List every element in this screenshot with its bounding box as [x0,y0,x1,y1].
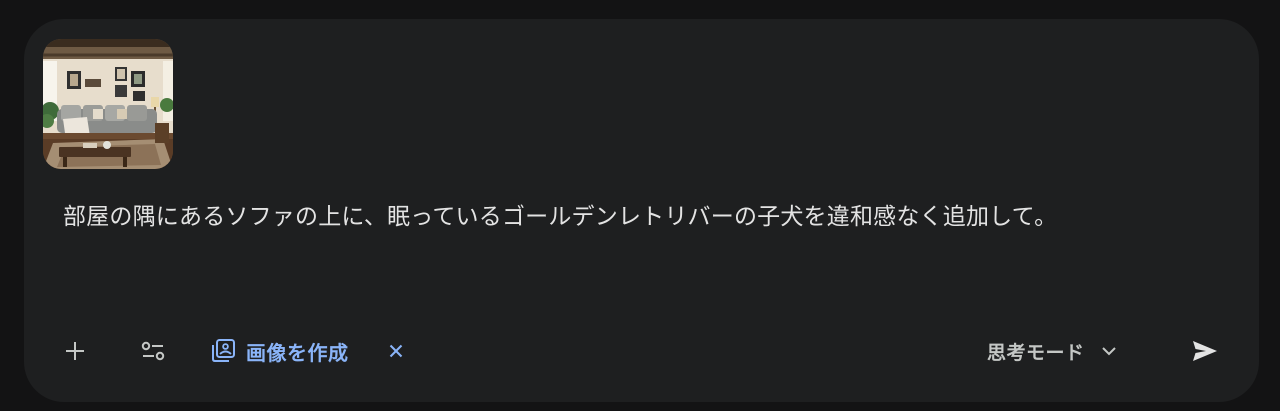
create-image-label: 画像を作成 [246,340,349,365]
close-icon [389,344,403,358]
mode-selector[interactable]: 思考モード [980,331,1117,371]
send-button[interactable] [1185,331,1225,371]
tune-icon [141,341,165,361]
send-icon [1193,341,1217,361]
mode-label: 思考モード [987,341,1085,364]
room-photo [43,39,173,169]
create-image-chip[interactable]: 画像を作成 [210,331,349,371]
chevron-down-icon [1101,346,1117,356]
prompt-text[interactable]: 部屋の隅にあるソファの上に、眠っているゴールデンレトリバーの子犬を違和感なく追加… [63,199,1213,235]
prompt-composer: 部屋の隅にあるソファの上に、眠っているゴールデンレトリバーの子犬を違和感なく追加… [24,19,1259,402]
tools-button[interactable] [133,331,173,371]
image-stack-icon [212,339,235,362]
composer-toolbar: 画像を作成 思考モード [24,331,1259,371]
remove-create-image-button[interactable] [380,331,412,371]
attached-image-thumbnail[interactable] [43,39,173,169]
plus-icon [66,342,84,360]
add-button[interactable] [55,331,95,371]
